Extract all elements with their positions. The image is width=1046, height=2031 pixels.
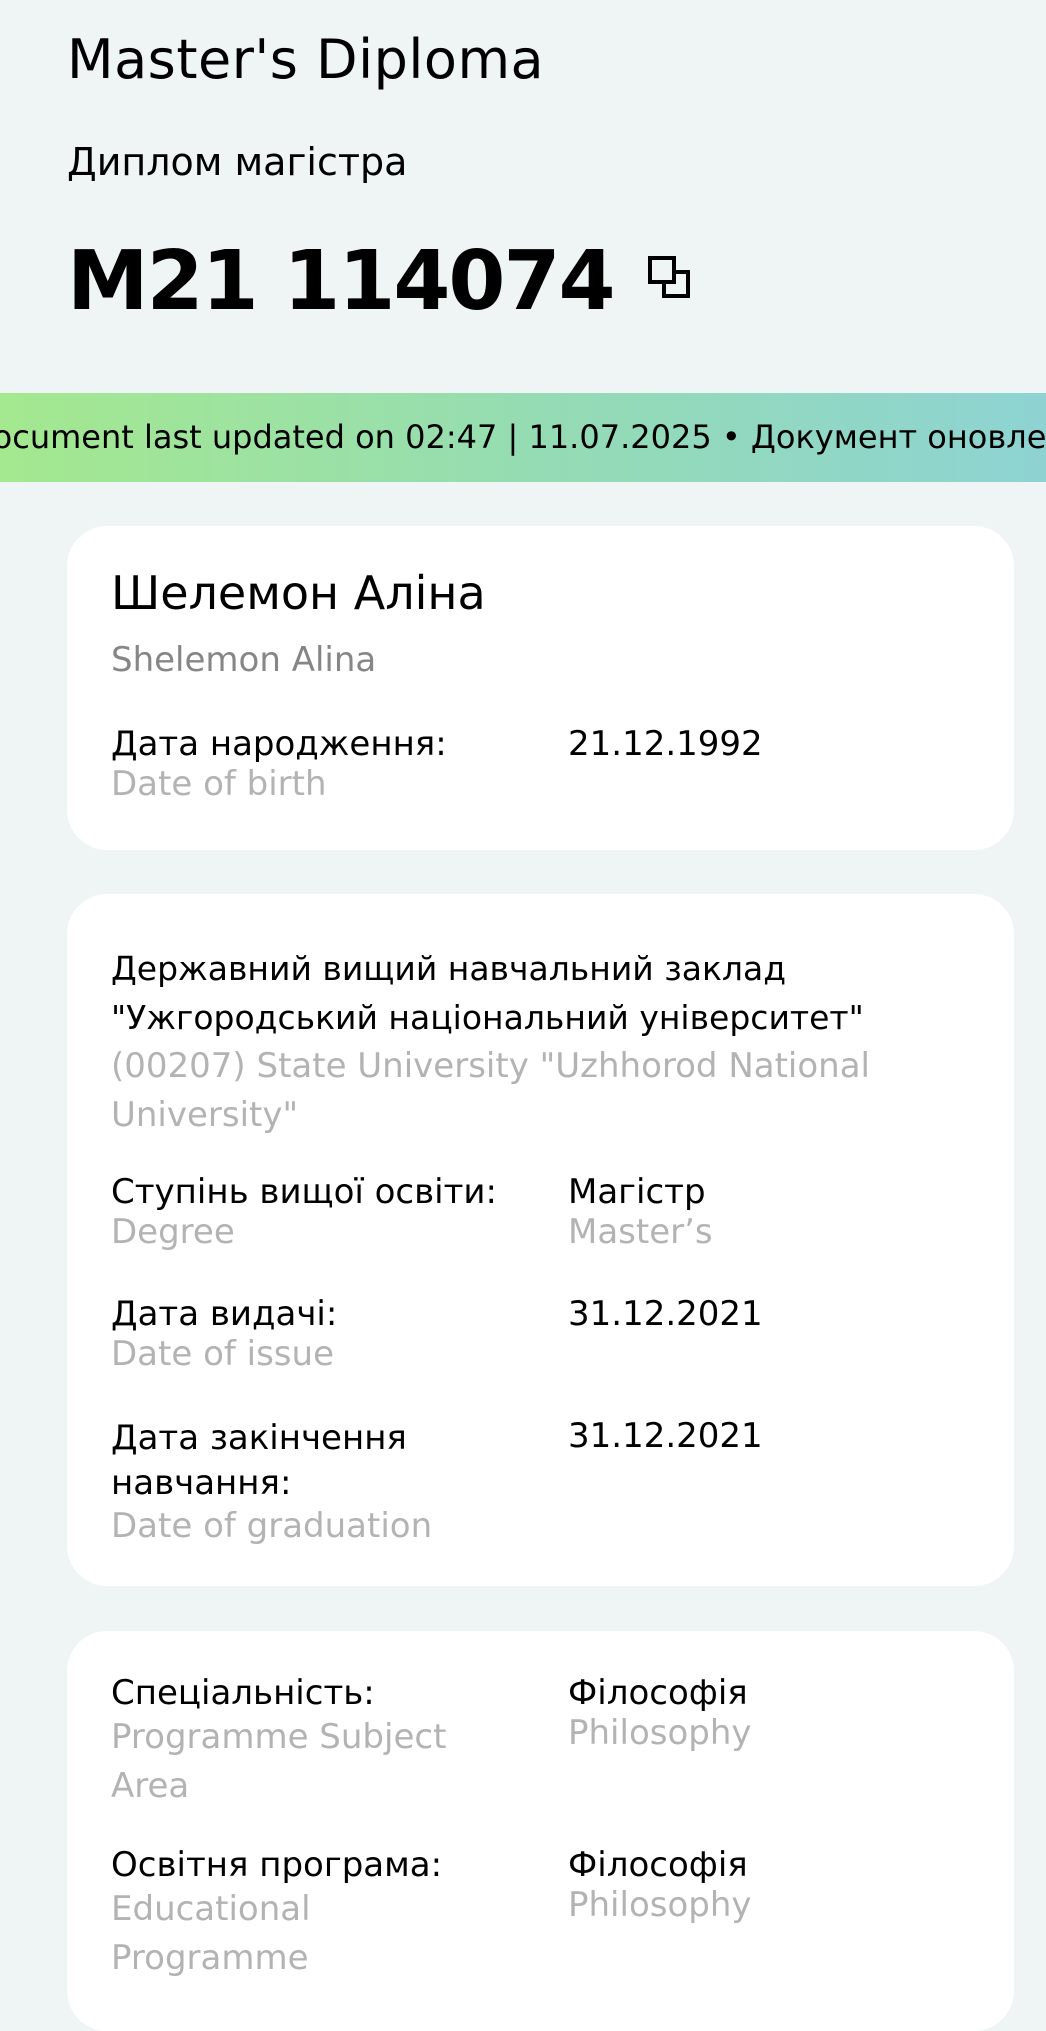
issue-date-value: 31.12.2021	[568, 1294, 763, 1334]
issue-date-label-en: Date of issue	[111, 1334, 334, 1374]
degree-value-ua: Магістр	[568, 1172, 706, 1212]
graduation-date-label-en: Date of graduation	[111, 1506, 433, 1546]
page-title: Master's Diploma	[67, 28, 545, 91]
educational-programme-label: Освітня програма: Educational Programme	[111, 1845, 491, 1983]
institution-name-ua: Державний вищий навчальний заклад "Ужгор…	[111, 949, 864, 1037]
dob-value: 21.12.1992	[568, 724, 763, 764]
dob-label-ua: Дата народження:	[111, 724, 447, 764]
issue-date-label-ua: Дата видачі:	[111, 1294, 338, 1334]
educational-programme-value-en: Philosophy	[568, 1885, 752, 1925]
degree-label-en: Degree	[111, 1212, 235, 1252]
degree-value: Магістр Master’s	[568, 1172, 713, 1252]
specialty-value: Філософія Philosophy	[568, 1673, 752, 1753]
dob-label-en: Date of birth	[111, 764, 327, 804]
educational-programme-label-en: Educational Programme	[111, 1889, 311, 1978]
update-status-text: Document last updated on 02:47 | 11.07.2…	[0, 418, 1046, 456]
graduation-date-label-ua: Дата закінчення навчання:	[111, 1418, 407, 1503]
educational-programme-label-ua: Освітня програма:	[111, 1845, 443, 1885]
document-number-row: М21 114074	[67, 232, 696, 332]
issue-date-label: Дата видачі: Date of issue	[111, 1294, 531, 1374]
document-number: М21 114074	[67, 234, 616, 329]
graduation-date-label: Дата закінчення навчання: Date of gradua…	[111, 1416, 471, 1546]
educational-programme-value-ua: Філософія	[568, 1845, 748, 1885]
holder-name-ua: Шелемон Аліна	[111, 566, 486, 620]
degree-value-en: Master’s	[568, 1212, 713, 1252]
specialty-value-ua: Філософія	[568, 1673, 748, 1713]
dob-label: Дата народження: Date of birth	[111, 724, 531, 804]
institution-name-en: (00207) State University "Uzhhorod Natio…	[111, 1046, 870, 1135]
degree-label: Ступінь вищої освіти: Degree	[111, 1172, 531, 1252]
specialty-label: Спеціальність: Programme Subject Area	[111, 1673, 491, 1811]
copy-icon[interactable]	[646, 254, 696, 304]
specialty-value-en: Philosophy	[568, 1713, 752, 1753]
programme-card: Спеціальність: Programme Subject Area Фі…	[67, 1631, 1014, 2031]
holder-name-en: Shelemon Alina	[111, 640, 377, 680]
page-subtitle: Диплом магістра	[67, 140, 408, 184]
educational-programme-value: Філософія Philosophy	[568, 1845, 752, 1925]
degree-label-ua: Ступінь вищої освіти:	[111, 1172, 497, 1212]
specialty-label-ua: Спеціальність:	[111, 1673, 375, 1713]
update-status-ticker: Document last updated on 02:47 | 11.07.2…	[0, 393, 1046, 482]
specialty-label-en: Programme Subject Area	[111, 1717, 447, 1806]
institution-card: Державний вищий навчальний заклад "Ужгор…	[67, 894, 1014, 1586]
holder-card: Шелемон Аліна Shelemon Alina Дата народж…	[67, 526, 1014, 850]
graduation-date-value: 31.12.2021	[568, 1416, 763, 1456]
